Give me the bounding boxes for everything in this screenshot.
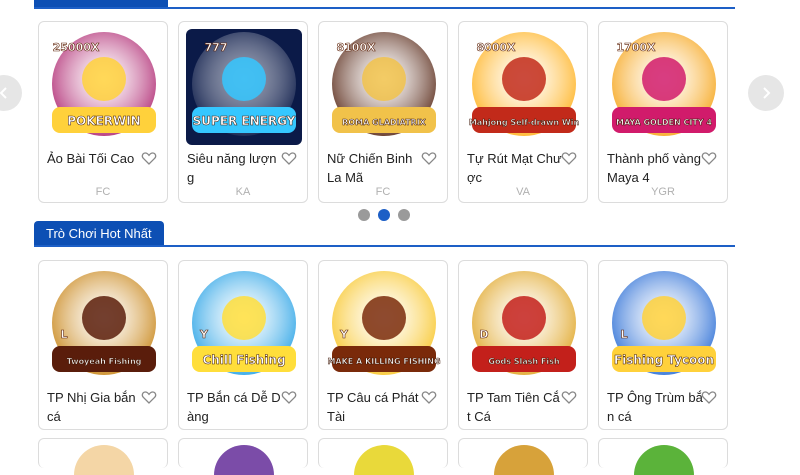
game-title: TP Bắn cá Dễ Dàng	[187, 390, 281, 424]
game-thumbnail[interactable]: L Twoyeah Fishing	[46, 268, 162, 384]
game-logo-text: Gods Slash Fish	[488, 357, 559, 366]
game-card[interactable]: Y MAKE A KILLING FISHING TP Câu cá Phát Tà…	[318, 260, 448, 430]
game-row-featured: 25000X POKERWIN Ảo Bài Tối Cao FC 777 SUPER E…	[38, 21, 728, 203]
game-title: TP Câu cá Phát Tài	[327, 390, 419, 424]
game-thumbnail[interactable]: Y MAKE A KILLING FISHING	[326, 268, 442, 384]
game-thumbnail[interactable]: 25000X POKERWIN	[46, 29, 162, 145]
section-divider-top	[34, 7, 735, 9]
game-card[interactable]: D Gods Slash Fish TP Tam Tiên Cắt Cá	[458, 260, 588, 430]
favorite-heart-icon[interactable]	[141, 150, 157, 166]
game-provider-label: FC	[95, 186, 111, 198]
carousel-prev-button[interactable]	[0, 75, 22, 111]
section-divider-hot	[34, 245, 735, 247]
game-provider-label: FC	[375, 186, 391, 198]
game-badge-text: 25000X	[53, 41, 100, 54]
carousel-dot-3[interactable]	[398, 209, 410, 221]
favorite-heart-icon[interactable]	[561, 389, 577, 405]
game-title: Siêu năng lượng	[187, 151, 277, 185]
game-row-partial	[38, 438, 728, 475]
game-title: Thành phố vàng Maya 4	[607, 151, 701, 185]
game-title: TP Ông Trùm bắn cá	[607, 390, 703, 424]
game-thumbnail[interactable]: 8000X Mahjong Self-drawn Win	[466, 29, 582, 145]
game-card[interactable]: L Fishing Tycoon TP Ông Trùm bắn cá	[598, 260, 728, 430]
carousel-pagination	[358, 209, 410, 221]
game-logo-text: Mahjong Self-drawn Win	[469, 118, 580, 127]
game-thumbnail[interactable]: D Gods Slash Fish	[466, 268, 582, 384]
game-badge-text: 8100X	[336, 41, 376, 54]
game-logo-text: MAKE A KILLING FISHING	[327, 357, 440, 366]
slot-777-art-icon: 777 SUPER ENERGY	[186, 29, 302, 145]
favorite-heart-icon[interactable]	[281, 389, 297, 405]
tycoon-shark-art-icon: L Fishing Tycoon	[606, 268, 722, 384]
warrior-art-icon: L Twoyeah Fishing	[46, 268, 162, 384]
game-thumbnail[interactable]: 1700X MAYA GOLDEN CITY 4	[606, 29, 722, 145]
game-title: Nữ Chiến Binh La Mã	[327, 151, 413, 185]
game-badge-text: Y	[339, 328, 349, 341]
game-badge-text: 8000X	[476, 41, 516, 54]
game-card[interactable]: L Twoyeah Fishing TP Nhị Gia bắn cá	[38, 260, 168, 430]
game-card[interactable]: Y Chill Fishing TP Bắn cá Dễ Dàng	[178, 260, 308, 430]
game-title: Ảo Bài Tối Cao	[47, 151, 135, 166]
game-logo-text: MAYA GOLDEN CITY 4	[616, 118, 712, 127]
carousel-dot-2[interactable]	[378, 209, 390, 221]
game-card[interactable]: 8000X Mahjong Self-drawn Win Tự Rút Mạt Ch…	[458, 21, 588, 203]
chevron-left-icon	[0, 87, 7, 99]
game-card[interactable]: 25000X POKERWIN Ảo Bài Tối Cao FC	[38, 21, 168, 203]
game-logo-text: ROMA GLADIATRIX	[342, 118, 427, 127]
game-provider-label: YGR	[651, 186, 675, 198]
clown-art-icon: 25000X POKERWIN	[46, 29, 162, 145]
game-thumbnail[interactable]: L Fishing Tycoon	[606, 268, 722, 384]
favorite-heart-icon[interactable]	[701, 389, 717, 405]
mahjong-art-icon: 8000X Mahjong Self-drawn Win	[466, 29, 582, 145]
game-card-partial[interactable]	[318, 438, 448, 475]
carousel-dot-1[interactable]	[358, 209, 370, 221]
favorite-heart-icon[interactable]	[421, 389, 437, 405]
favorite-heart-icon[interactable]	[701, 150, 717, 166]
game-logo-text: SUPER ENERGY	[193, 114, 296, 128]
game-title: TP Tam Tiên Cắt Cá	[467, 390, 560, 424]
game-card[interactable]: 1700X MAYA GOLDEN CITY 4 Thành phố vàng Ma…	[598, 21, 728, 203]
game-card-partial[interactable]	[178, 438, 308, 475]
game-row-hot: L Twoyeah Fishing TP Nhị Gia bắn cá Y Chill …	[38, 260, 728, 430]
game-thumbnail[interactable]: Y Chill Fishing	[186, 268, 302, 384]
game-thumbnail[interactable]: 8100X ROMA GLADIATRIX	[326, 29, 442, 145]
game-badge-text: L	[620, 328, 627, 341]
game-logo-text: Fishing Tycoon	[614, 353, 714, 367]
shark-art-icon: Y Chill Fishing	[186, 268, 302, 384]
favorite-heart-icon[interactable]	[561, 150, 577, 166]
favorite-heart-icon[interactable]	[141, 389, 157, 405]
carousel-next-button[interactable]	[748, 75, 784, 111]
game-logo-text: Chill Fishing	[202, 353, 285, 367]
game-card-partial[interactable]	[458, 438, 588, 475]
game-logo-text: Twoyeah Fishing	[67, 357, 142, 366]
game-card[interactable]: 8100X ROMA GLADIATRIX Nữ Chiến Binh La Mã F…	[318, 21, 448, 203]
game-badge-text: D	[479, 328, 488, 341]
game-badge-text: L	[60, 328, 67, 341]
game-title: TP Nhị Gia bắn cá	[47, 390, 136, 424]
game-provider-label: KA	[235, 186, 251, 198]
game-card-partial[interactable]	[598, 438, 728, 475]
game-card[interactable]: 777 SUPER ENERGY Siêu năng lượng KA	[178, 21, 308, 203]
gold-burst-art-icon: Y MAKE A KILLING FISHING	[326, 268, 442, 384]
game-badge-text: 1700X	[616, 41, 656, 54]
section-title-hot-games: Trò Chơi Hot Nhất	[34, 221, 164, 247]
game-badge-text: Y	[199, 328, 209, 341]
game-card-partial[interactable]	[38, 438, 168, 475]
game-logo-text: POKERWIN	[67, 114, 140, 128]
maya-art-icon: 1700X MAYA GOLDEN CITY 4	[606, 29, 722, 145]
favorite-heart-icon[interactable]	[421, 150, 437, 166]
god-of-wealth-art-icon: D Gods Slash Fish	[466, 268, 582, 384]
gladiator-art-icon: 8100X ROMA GLADIATRIX	[326, 29, 442, 145]
game-title: Tự Rút Mạt Chược	[467, 151, 562, 185]
favorite-heart-icon[interactable]	[281, 150, 297, 166]
game-thumbnail[interactable]: 777 SUPER ENERGY	[186, 29, 302, 145]
chevron-right-icon	[763, 87, 771, 99]
game-provider-label: VA	[516, 186, 530, 198]
game-badge-text: 777	[205, 41, 228, 54]
